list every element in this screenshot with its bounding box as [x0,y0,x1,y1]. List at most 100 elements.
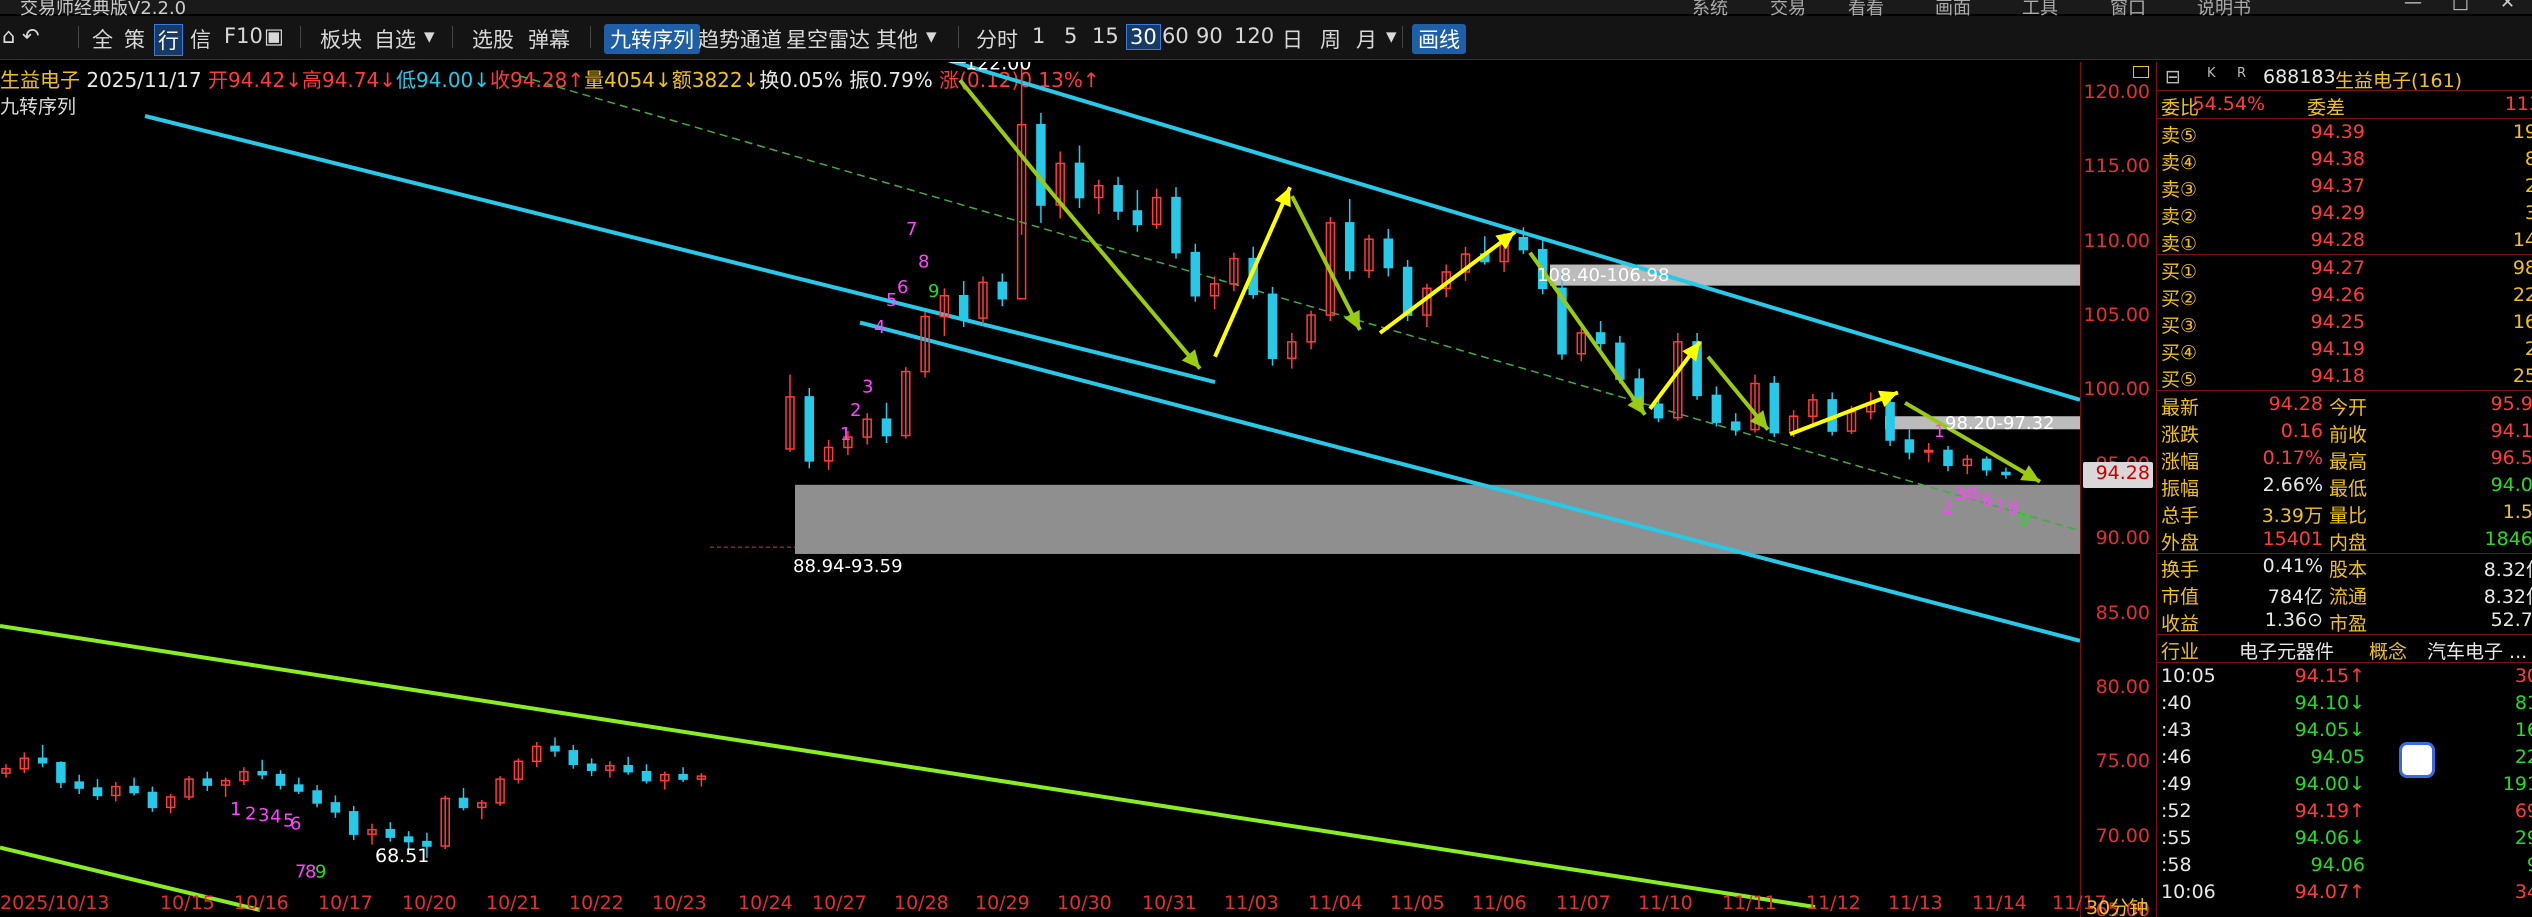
tick-volume: 22 [2514,746,2532,768]
nine-seq-up-digit: 9 [928,281,939,302]
time-tick-label: 11/14 [1972,892,2027,914]
ask-volume: 3 [2524,202,2532,224]
price-axis: 120.00115.00110.00105.00100.0095.0090.00… [2080,62,2154,917]
bid-volume: 22 [2512,284,2532,306]
time-tick-label: 11/07 [1556,892,1611,914]
stat-value: 18460 [2484,528,2532,550]
stat-label: 量比 [2329,505,2368,527]
period-intraday[interactable]: 分时 [976,24,1018,54]
nine-seq-down-digit: 1 [1934,422,1945,442]
tb-nine-seq[interactable]: 九转序列 [604,24,700,54]
maximize-icon[interactable]: □ [2452,0,2469,13]
chevron-down-icon[interactable]: ▾ [926,24,937,48]
candle-body [1267,293,1278,359]
tb-watchlist[interactable]: 自选 [374,24,416,54]
ask-row: 卖① 94.28 14 [2157,227,2532,255]
add-note-button[interactable] [2399,742,2435,778]
tick-time: :52 [2161,800,2192,822]
tb-strategy[interactable]: 策 [124,24,145,54]
tb-f10[interactable]: F10 [224,24,263,48]
period-90m[interactable]: 90 [1196,24,1223,48]
time-tick-label: 11/12 [1806,892,1861,914]
period-15m[interactable]: 15 [1092,24,1119,48]
stat-label: 外盘 [2161,532,2200,554]
nine-seq-up-digit: 5 [886,290,897,311]
nine-seq-down-digit: 6 [1982,490,1993,510]
time-tick-label: 11/03 [1224,892,1279,914]
bid-volume: 16 [2512,311,2532,333]
tb-market[interactable]: 行 [154,24,183,56]
back-icon[interactable]: ⌂ ↶ [2,24,40,48]
tick-price: 94.19↑ [2294,800,2365,822]
stock-code[interactable]: 688183 [2263,66,2336,88]
nine-seq-down-digit: 2 [1942,498,1953,518]
ask-price: 94.39 [2310,121,2365,143]
tb-all[interactable]: 全 [92,24,113,54]
candle-body [1171,196,1181,254]
tick-price: 94.15↑ [2294,665,2365,687]
nine-seq-down-digit: 4 [270,806,281,827]
tick-row: :52 94.19↑ 69 [2157,798,2532,825]
tick-price: 94.00↓ [2294,773,2365,795]
high-label: 122.00 [965,62,1031,74]
time-axis: 2025/10/13 10/15 10/16 10/17 10/20 10/21 10/22… [0,890,2154,917]
period-1m[interactable]: 1 [1032,24,1045,48]
price-tick-label: 110.00 [2083,229,2150,252]
stock-full-name[interactable]: 生益电子(161) [2335,66,2462,93]
period-60m[interactable]: 60 [1162,24,1189,48]
draw-line-button[interactable]: 画线 [1412,24,1466,54]
period-120m[interactable]: 120 [1234,24,1274,48]
tb-sector[interactable]: 板块 [320,24,362,54]
bid-row: 买⑤ 94.18 25 [2157,363,2532,391]
stat-label: 涨幅 [2161,451,2200,473]
price-chart[interactable]: 122.00 68.51 108.40-106.98 98.20-97.32 88.94… [0,62,2080,917]
price-tick-label: 105.00 [2083,304,2150,327]
time-tick-label: 10/31 [1142,892,1197,914]
axis-corner-icon[interactable] [2133,66,2149,78]
period-30m[interactable]: 30 [1126,24,1161,50]
chevron-down-icon[interactable]: ▾ [1386,24,1397,48]
k-icon[interactable]: K [2207,66,2216,81]
period-month[interactable]: 月 [1356,24,1377,54]
quote-header: ⊟ K R 688183 生益电子(161) [2157,64,2532,93]
r-icon[interactable]: R [2237,66,2246,81]
period-label[interactable]: 30分钟 [2086,893,2148,917]
chevron-down-icon[interactable]: ▾ [424,24,435,48]
layout-icon[interactable]: ▣ [264,24,284,48]
minimize-icon[interactable]: — [2404,0,2422,13]
nine-seq-down-digit: 1 [230,799,241,820]
candle-body [1769,382,1780,434]
candle-body [1923,449,1934,453]
time-tick-label: 11/13 [1888,892,1943,914]
period-week[interactable]: 周 [1320,24,1341,54]
candle-body [804,396,815,462]
tb-info[interactable]: 信 [190,24,211,54]
tb-trend-channel[interactable]: 趋势通道 [698,24,782,54]
candle-body [312,790,322,804]
period-5m[interactable]: 5 [1064,24,1077,48]
weibi-row: 委比54.54%委差113 [2157,91,2532,119]
nine-seq-down-digit: 9 [2018,510,2029,530]
tb-other[interactable]: 其他 [876,24,918,54]
candle-body [1711,394,1722,423]
tb-barrage[interactable]: 弹幕 [528,24,570,54]
tick-time: :49 [2161,773,2192,795]
time-tick-label: 10/16 [234,892,289,914]
tb-stock-picker[interactable]: 选股 [472,24,514,54]
stat-row: 涨幅 0.17% 最高 96.50 [2157,445,2532,473]
kline-toggle-icon[interactable]: ⊟ [2165,66,2181,88]
tick-price: 94.05↓ [2294,719,2365,741]
ask-volume: 8 [2524,148,2532,170]
bid-volume: 98 [2512,257,2532,279]
stat-label: 今开 [2329,397,2368,419]
period-day[interactable]: 日 [1282,24,1303,54]
stat-row: 换手 0.41% 股本 8.32亿 [2157,553,2532,581]
tick-row: :46 94.05 22 [2157,744,2532,771]
tb-star-radar[interactable]: 星空雷达 [786,24,870,54]
midline-dashed [519,75,2080,532]
close-icon[interactable]: ✕ [2500,0,2515,13]
tick-row: :49 94.00↓ 191 [2157,771,2532,798]
nine-seq-down-digit: 6 [290,814,301,835]
tick-volume: 16 [2514,719,2532,741]
price-tick-label: 80.00 [2095,675,2150,698]
